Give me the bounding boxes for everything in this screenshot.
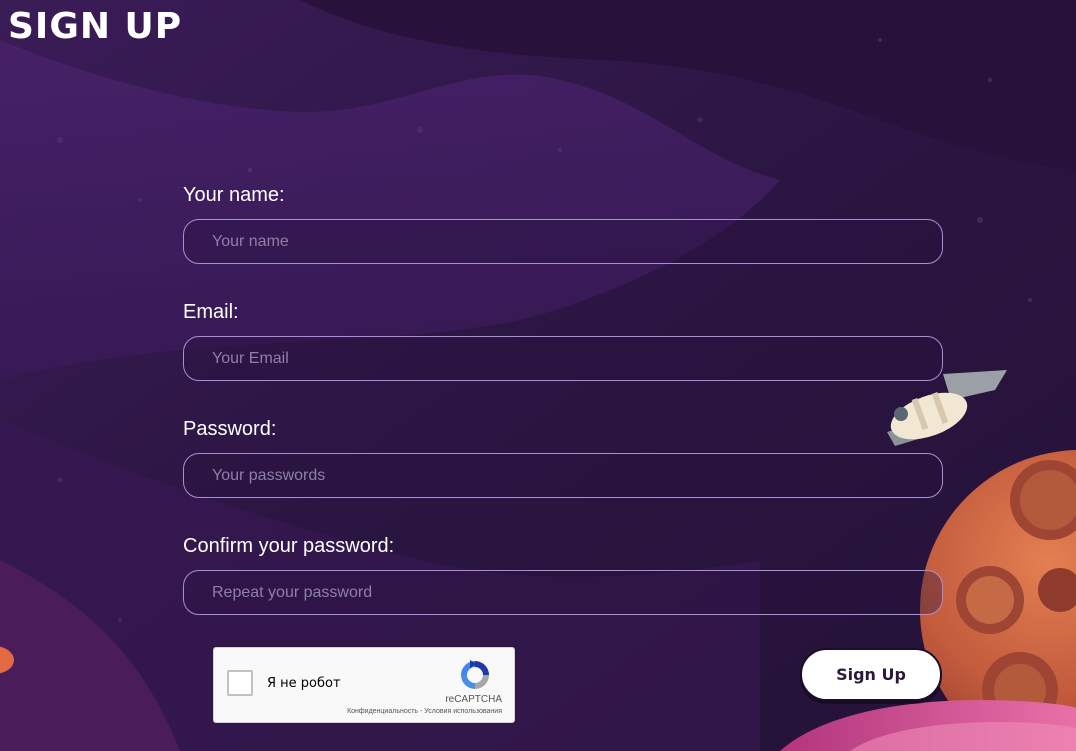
password-input[interactable] <box>183 453 943 498</box>
password-label: Password: <box>183 418 277 440</box>
recaptcha-logo-icon <box>461 660 489 689</box>
email-input[interactable] <box>183 336 943 381</box>
captcha-links[interactable]: Конфиденциальность - Условия использован… <box>347 708 502 715</box>
name-label: Your name: <box>183 184 285 206</box>
confirm-password-input[interactable] <box>183 570 943 615</box>
captcha-brand: reCAPTCHA <box>445 694 502 705</box>
captcha-checkbox[interactable] <box>227 670 253 696</box>
page-title: SIGN UP <box>8 6 183 47</box>
name-input[interactable] <box>183 219 943 264</box>
confirm-password-label: Confirm your password: <box>183 535 395 557</box>
captcha-label: Я не робот <box>267 676 341 691</box>
email-label: Email: <box>183 301 239 323</box>
recaptcha-widget: Я не робот reCAPTCHA Конфиденциальность … <box>213 647 515 723</box>
signup-button[interactable]: Sign Up <box>800 648 942 701</box>
